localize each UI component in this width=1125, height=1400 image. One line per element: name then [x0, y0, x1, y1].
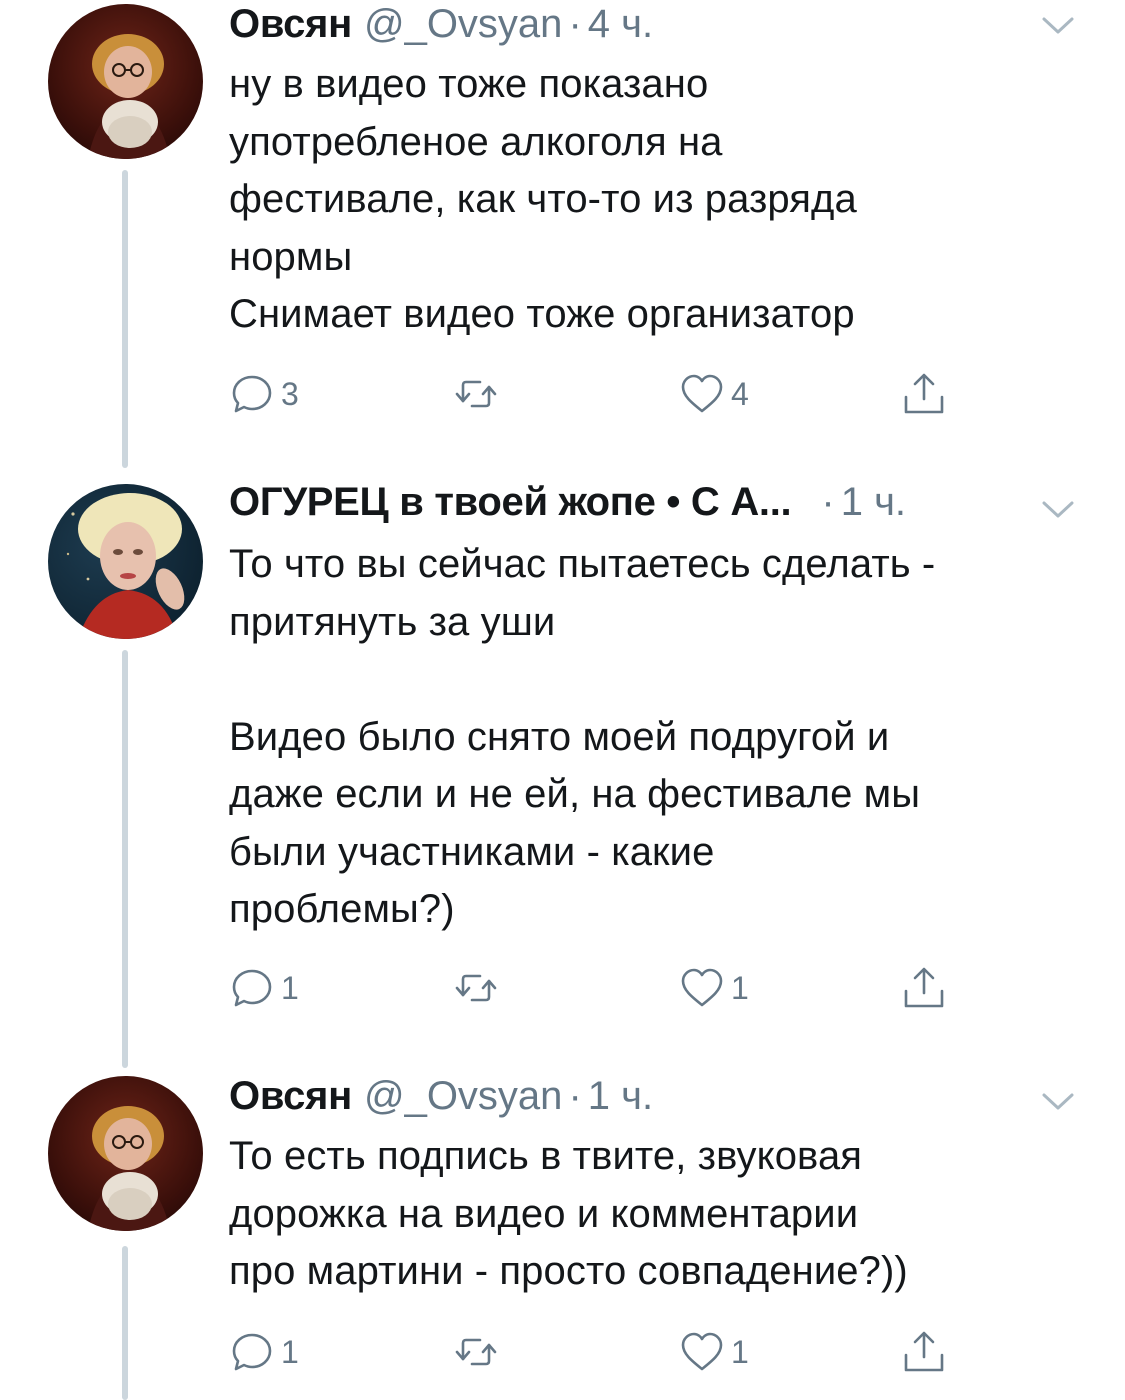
separator-dot: · — [821, 480, 835, 524]
like-icon — [681, 1332, 723, 1371]
like-count: 1 — [731, 969, 749, 1006]
thread-line — [122, 650, 128, 1068]
tweet-actions: 1 1 — [229, 962, 989, 1014]
tweet-text: ну в видео тоже показано употребленое ал… — [229, 62, 857, 336]
retweet-icon — [455, 1338, 497, 1366]
author-name[interactable]: Овсян — [229, 2, 352, 47]
timestamp[interactable]: 1 ч. — [588, 1074, 653, 1119]
tweet-text: То что вы сейчас пытаетесь сделать - при… — [229, 542, 936, 931]
like-icon — [681, 968, 723, 1007]
tweet-header: Овсян @_Ovsyan · 4 ч. — [229, 2, 653, 54]
retweet-icon — [455, 380, 497, 408]
timestamp[interactable]: 4 ч. — [588, 2, 653, 47]
avatar-image — [48, 484, 203, 639]
reply-button[interactable]: 3 — [229, 368, 299, 420]
thread-line — [122, 1246, 128, 1400]
chevron-down-icon[interactable] — [1041, 500, 1075, 520]
share-icon — [904, 967, 944, 1008]
like-button[interactable]: 1 — [679, 962, 749, 1014]
share-button[interactable] — [901, 368, 947, 420]
separator-dot: · — [568, 1074, 582, 1118]
separator-dot: · — [568, 2, 582, 46]
author-handle[interactable]: @_Ovsyan — [364, 1074, 562, 1119]
retweet-button[interactable] — [453, 962, 505, 1014]
retweet-button[interactable] — [453, 1326, 505, 1378]
author-name[interactable]: Овсян — [229, 1074, 352, 1119]
share-button[interactable] — [901, 962, 947, 1014]
thread-line — [122, 170, 128, 468]
chevron-down-icon[interactable] — [1041, 16, 1075, 36]
reply-icon — [232, 969, 272, 1007]
tweet-actions: 3 4 — [229, 368, 989, 420]
avatar[interactable] — [48, 1076, 203, 1231]
tweet-text: То есть подпись в твите, звуковая дорожк… — [229, 1134, 908, 1293]
reply-count: 1 — [281, 969, 299, 1006]
share-icon — [904, 373, 944, 414]
tweet-actions: 1 1 — [229, 1326, 989, 1378]
reply-icon — [232, 1333, 272, 1371]
share-icon — [904, 1331, 944, 1372]
reply-button[interactable]: 1 — [229, 962, 299, 1014]
retweet-button[interactable] — [453, 368, 505, 420]
avatar-image — [48, 4, 203, 159]
avatar[interactable] — [48, 4, 203, 159]
retweet-icon — [455, 974, 497, 1002]
reply-count: 3 — [281, 375, 299, 412]
reply-icon — [232, 375, 272, 413]
share-button[interactable] — [901, 1326, 947, 1378]
like-count: 1 — [731, 1333, 749, 1370]
chevron-down-icon[interactable] — [1041, 1092, 1075, 1112]
tweet[interactable]: Овсян @_Ovsyan · 4 ч. ну в видео тоже по… — [0, 0, 1125, 470]
author-handle[interactable]: @_Ovsyan — [364, 2, 562, 47]
author-name[interactable]: ОГУРЕЦ в твоей жопе • С А... — [229, 480, 792, 525]
tweet-header: ОГУРЕЦ в твоей жопе • С А... · 1 ч. — [229, 480, 906, 532]
like-count: 4 — [731, 375, 749, 412]
avatar[interactable] — [48, 484, 203, 639]
tweet-header: Овсян @_Ovsyan · 1 ч. — [229, 1074, 653, 1126]
tweet[interactable]: ОГУРЕЦ в твоей жопе • С А... · 1 ч. То ч… — [0, 470, 1125, 1070]
like-button[interactable]: 1 — [679, 1326, 749, 1378]
like-icon — [681, 374, 723, 413]
tweet[interactable]: Овсян @_Ovsyan · 1 ч. То есть подпись в … — [0, 1070, 1125, 1400]
avatar-image — [48, 1076, 203, 1231]
reply-button[interactable]: 1 — [229, 1326, 299, 1378]
like-button[interactable]: 4 — [679, 368, 749, 420]
reply-count: 1 — [281, 1333, 299, 1370]
timestamp[interactable]: 1 ч. — [841, 480, 906, 525]
